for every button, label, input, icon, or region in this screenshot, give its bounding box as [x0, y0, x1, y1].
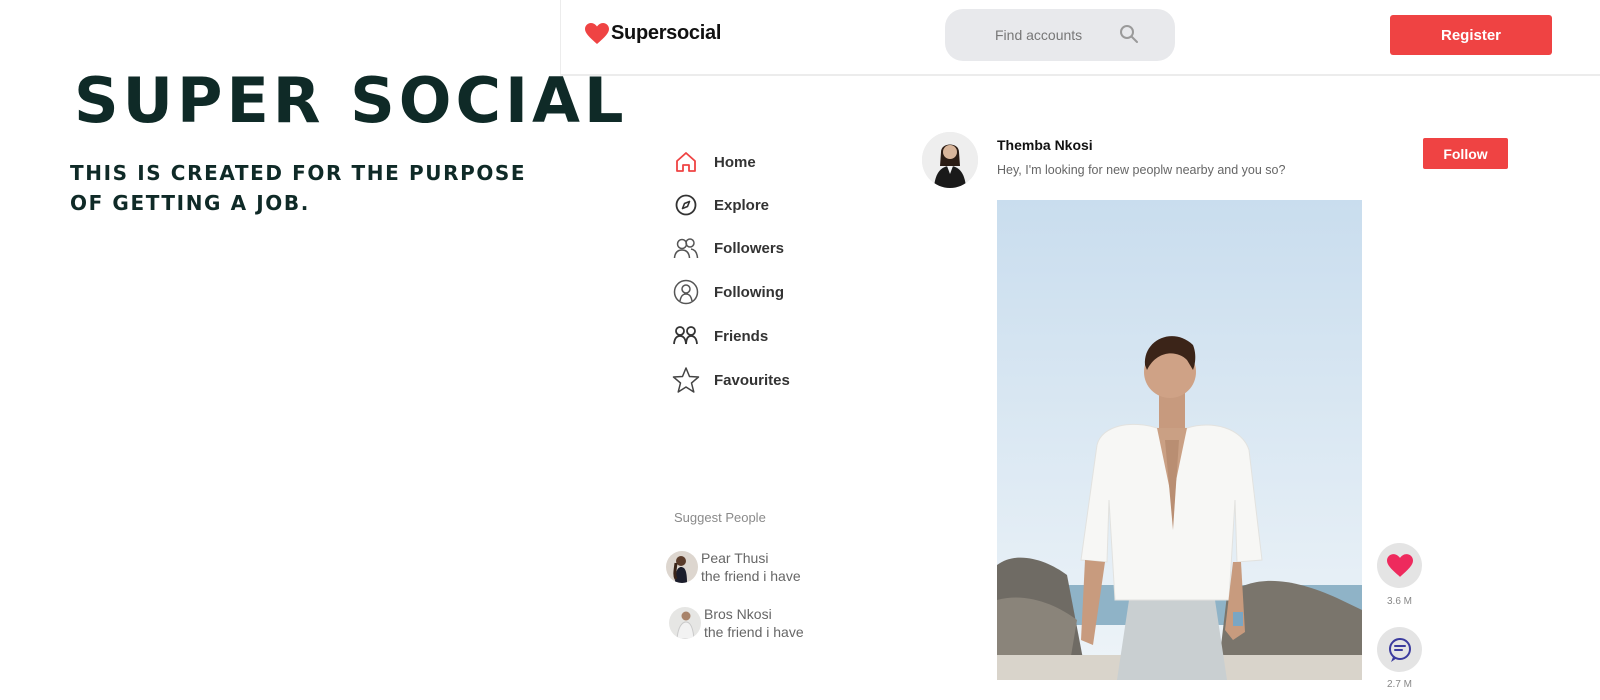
comment-count: 2.7 M [1386, 679, 1412, 690]
post-author-name[interactable]: Themba Nkosi [997, 137, 1093, 153]
heart-icon [1386, 553, 1413, 577]
suggest-note: the friend i have [704, 624, 804, 640]
follow-button[interactable]: Follow [1423, 138, 1508, 169]
avatar [669, 607, 701, 639]
suggest-item[interactable]: Pear Thusi the friend i have [666, 549, 801, 585]
suggest-name: Bros Nkosi [704, 606, 772, 622]
comment-icon [1388, 637, 1411, 662]
hero-title: SUPER SOCIAL [74, 64, 628, 137]
followers-icon [672, 234, 700, 262]
heart-logo-icon [585, 22, 609, 44]
comment-button[interactable] [1377, 627, 1422, 672]
register-button[interactable]: Register [1390, 15, 1552, 55]
top-bar: Supersocial Find accounts Register [560, 0, 1600, 76]
hero-subtitle: THIS IS CREATED FOR THE PURPOSE OF GETTI… [70, 161, 527, 215]
following-icon [672, 278, 700, 306]
post-image[interactable] [997, 200, 1362, 680]
nav-item-home[interactable]: Home [672, 148, 756, 176]
nav-item-followers[interactable]: Followers [672, 234, 784, 262]
nav-item-favourites[interactable]: Favourites [672, 366, 790, 394]
search-input[interactable]: Find accounts [995, 27, 1082, 43]
suggest-item[interactable]: Bros Nkosi the friend i have [669, 605, 804, 641]
post-text: Hey, I'm looking for new peoplw nearby a… [997, 163, 1286, 177]
nav-label: Explore [714, 196, 770, 214]
avatar [666, 551, 698, 583]
nav-label: Following [714, 283, 784, 301]
nav-item-following[interactable]: Following [672, 278, 784, 306]
suggest-name: Pear Thusi [701, 550, 769, 566]
suggest-title: Suggest People [674, 510, 766, 525]
search-icon[interactable] [1119, 24, 1139, 44]
like-button[interactable] [1377, 543, 1422, 588]
nav-label: Favourites [714, 371, 790, 389]
star-icon [672, 366, 700, 394]
post-author-avatar[interactable] [922, 132, 978, 188]
home-icon [672, 148, 700, 176]
nav-item-explore[interactable]: Explore [672, 191, 769, 219]
search-box[interactable]: Find accounts [945, 9, 1175, 61]
nav-label: Home [714, 153, 756, 171]
brand-name: Supersocial [611, 22, 722, 44]
friends-icon [672, 322, 700, 350]
nav-label: Friends [714, 327, 769, 345]
nav-item-friends[interactable]: Friends [672, 322, 768, 350]
nav-label: Followers [714, 239, 785, 257]
brand-logo[interactable]: Supersocial [585, 22, 721, 45]
like-count: 3.6 M [1386, 596, 1412, 607]
suggest-note: the friend i have [701, 568, 801, 584]
compass-icon [672, 191, 700, 219]
